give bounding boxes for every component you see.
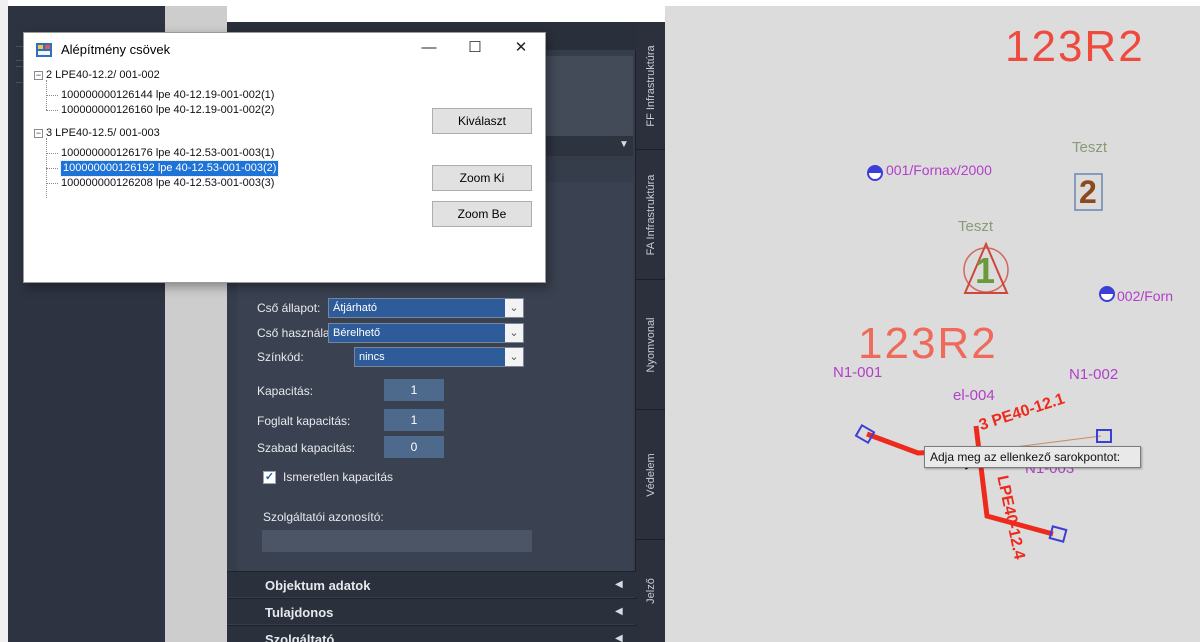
node-icon-2 — [1099, 286, 1115, 302]
tree-group-1[interactable]: 2 LPE40-12.2/ 001-002 — [46, 68, 160, 83]
select-button[interactable]: Kiválaszt — [432, 108, 532, 134]
tree-item[interactable]: 100000000126208 lpe 40-12.53-001-003(3) — [61, 176, 274, 191]
chevron-left-icon: ◀ — [615, 606, 623, 617]
pipe-usage-select[interactable]: Bérelhető ⌄ — [328, 323, 524, 343]
close-button[interactable]: ✕ — [498, 33, 544, 65]
collapse-icon[interactable]: − — [34, 129, 43, 138]
n1-001-label: N1-001 — [833, 364, 883, 381]
capacity-value[interactable]: 1 — [384, 379, 444, 401]
minimize-button[interactable]: — — [406, 33, 452, 65]
chevron-down-icon: ⌄ — [505, 348, 523, 366]
color-code-select[interactable]: nincs ⌄ — [354, 347, 524, 367]
pipe-usage-label: Cső használat: — [257, 326, 337, 340]
capacity-label: Kapacitás: — [257, 384, 314, 398]
provider-id-label: Szolgáltatói azonosító: — [263, 510, 384, 524]
node-icon-1 — [867, 165, 883, 181]
unknown-capacity-label: Ismeretlen kapacitás — [283, 470, 394, 484]
chevron-left-icon: ◀ — [615, 579, 623, 590]
el-004-label: el-004 — [953, 387, 995, 404]
occupied-capacity-value[interactable]: 1 — [384, 409, 444, 431]
provider-id-input[interactable] — [262, 530, 532, 552]
node-label-2: 002/Forn — [1117, 288, 1174, 304]
section-tulajdonos[interactable]: Tulajdonos ◀ — [227, 598, 636, 624]
window-edge — [0, 0, 8, 642]
chevron-left-icon: ◀ — [615, 633, 623, 642]
pipe-lines — [854, 423, 1112, 543]
unknown-capacity-checkbox[interactable]: ✓ — [263, 471, 276, 484]
pipe-state-select[interactable]: Átjárható ⌄ — [328, 298, 524, 318]
tab-fa-infrastruktura[interactable]: FA Infrastruktúra — [636, 150, 665, 280]
section-szolgaltato[interactable]: Szolgáltató ◀ — [227, 625, 636, 642]
tree-item[interactable]: 100000000126160 lpe 40-12.19-001-002(2) — [61, 103, 274, 118]
pipe-state-label: Cső állapot: — [257, 301, 321, 315]
occupied-capacity-label: Foglalt kapacitás: — [257, 414, 351, 428]
zoom-out-button[interactable]: Zoom Ki — [432, 165, 532, 191]
app-icon — [36, 43, 52, 57]
tree-group-2[interactable]: 3 LPE40-12.5/ 001-003 — [46, 126, 160, 141]
n1-002-label: N1-002 — [1069, 366, 1119, 383]
chevron-down-icon: ⌄ — [505, 324, 523, 342]
collapse-icon[interactable]: − — [34, 71, 43, 80]
free-capacity-label: Szabad kapacitás: — [257, 441, 356, 455]
tree-item[interactable]: 100000000126176 lpe 40-12.53-001-003(1) — [61, 146, 274, 161]
dialog-title: Alépítmény csövek — [61, 42, 171, 57]
marker-number-2: 2 — [1079, 174, 1097, 210]
test-label-1: Teszt — [1072, 139, 1108, 156]
dialog-titlebar[interactable]: Alépítmény csövek — ☐ ✕ — [24, 33, 545, 67]
free-capacity-value[interactable]: 0 — [384, 436, 444, 458]
zoom-in-button[interactable]: Zoom Be — [432, 201, 532, 227]
pipe-tree: − 2 LPE40-12.2/ 001-002 100000000126144 … — [32, 68, 422, 238]
chevron-down-icon: ⌄ — [505, 299, 523, 317]
label-123r2-mid: 123R2 — [858, 319, 998, 368]
label-123r2-top: 123R2 — [1005, 22, 1145, 71]
marker-number-1: 1 — [975, 250, 996, 291]
tab-jelzo[interactable]: Jelző — [636, 540, 665, 642]
color-code-label: Színkód: — [257, 350, 304, 364]
section-objektum-adatok[interactable]: Objektum adatok ◀ — [227, 571, 636, 597]
test-label-2: Teszt — [958, 218, 994, 235]
node-label-1: 001/Fornax/2000 — [886, 162, 992, 178]
command-tooltip: Adja meg az ellenkező sarokpontot: — [924, 446, 1141, 468]
tab-vedelem[interactable]: Védelem — [636, 410, 665, 540]
side-tab-strip: FF Infrastruktúra FA Infrastruktúra Nyom… — [636, 22, 665, 642]
pipes-dialog: Alépítmény csövek — ☐ ✕ − 2 LPE40-12.2/ … — [23, 32, 546, 283]
tree-item[interactable]: 100000000126144 lpe 40-12.19-001-002(1) — [61, 88, 274, 103]
chevron-down-icon: ▼ — [619, 139, 629, 150]
maximize-button[interactable]: ☐ — [452, 33, 498, 65]
cad-canvas[interactable]: 123R2 001/Fornax/2000 Teszt 2 Teszt 1 00… — [665, 6, 1200, 642]
tree-item-selected[interactable]: 100000000126192 lpe 40-12.53-001-003(2) — [59, 160, 280, 177]
tab-nyomvonal[interactable]: Nyomvonal — [636, 280, 665, 410]
tab-ff-infrastruktura[interactable]: FF Infrastruktúra — [636, 22, 665, 150]
